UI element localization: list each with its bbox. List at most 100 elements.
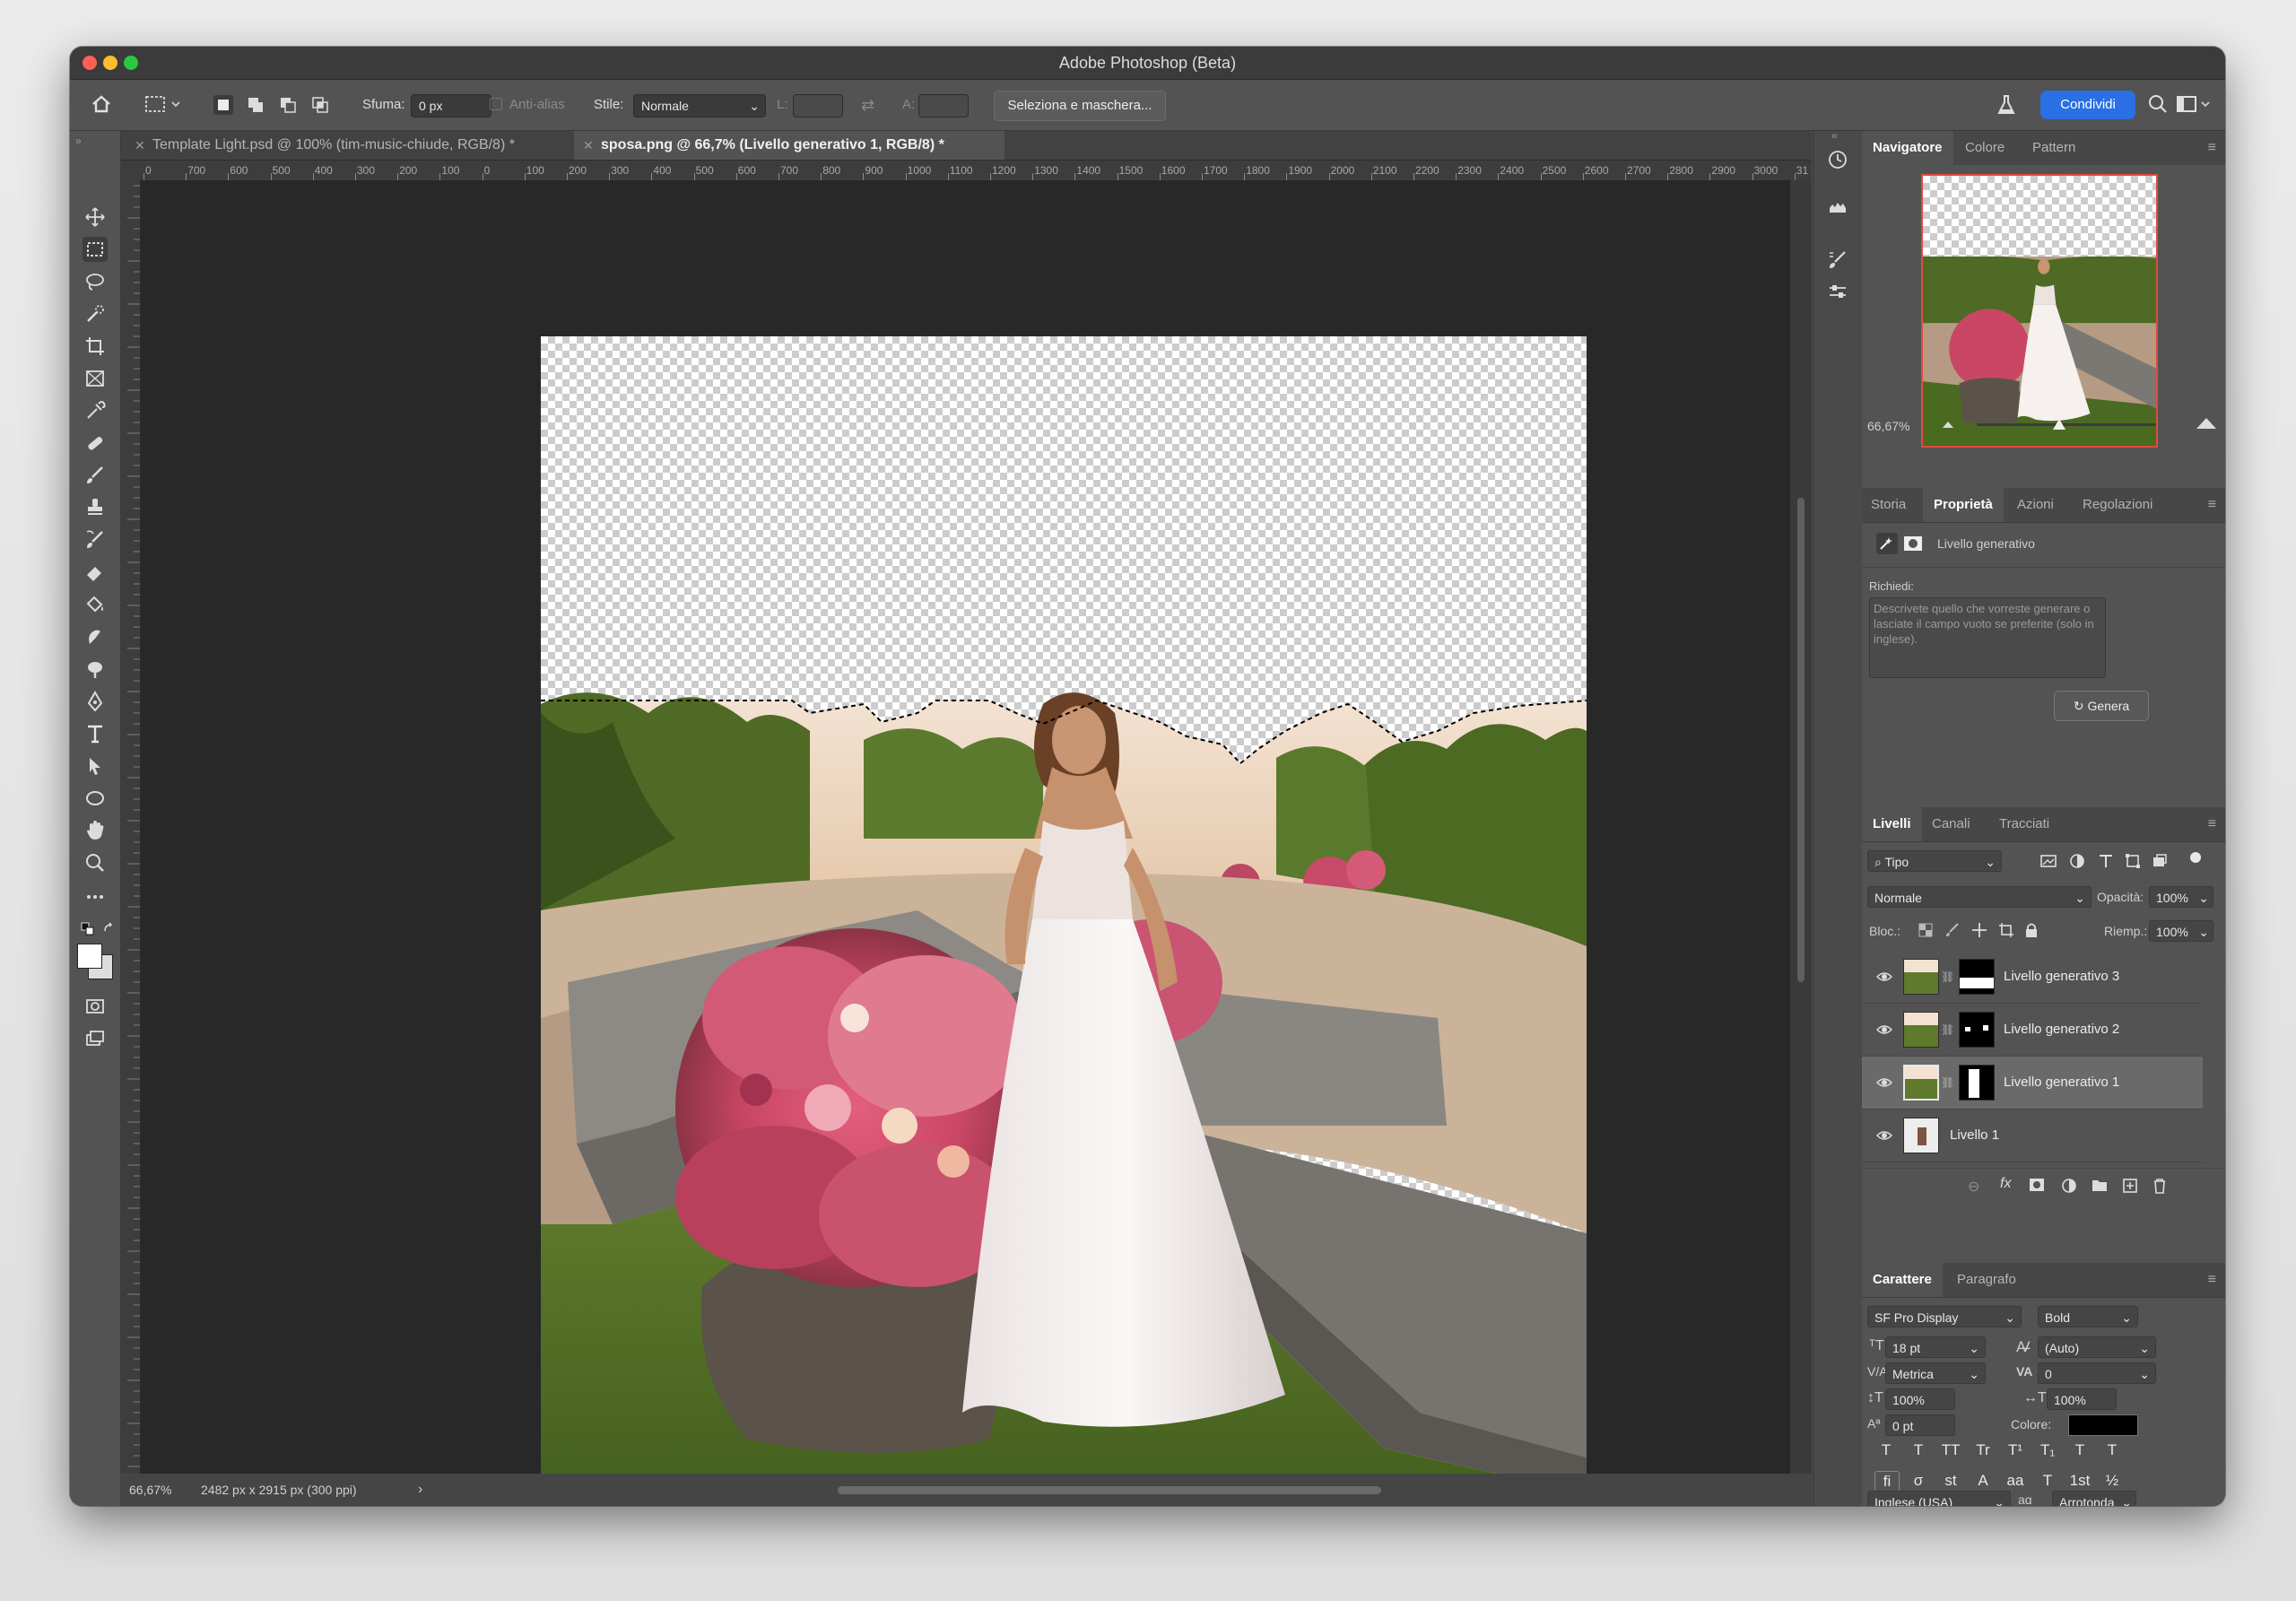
- antialias-method-select[interactable]: Arrotonda ⌄: [2052, 1491, 2136, 1506]
- tab-color[interactable]: Colore: [1965, 131, 2005, 165]
- horizontal-scroll-thumb[interactable]: [838, 1486, 1381, 1494]
- path-selection-icon[interactable]: [83, 753, 108, 779]
- home-icon[interactable]: [90, 92, 113, 117]
- layer-row[interactable]: ⛓ Livello generativo 2: [1862, 1004, 2203, 1057]
- feather-input[interactable]: 0 px: [411, 94, 491, 117]
- navigator-preview[interactable]: [1921, 174, 2158, 448]
- font-size-input[interactable]: 18 pt ⌄: [1885, 1336, 1986, 1358]
- type-style-button[interactable]: T: [2100, 1440, 2124, 1460]
- font-family-select[interactable]: SF Pro Display ⌄: [1867, 1306, 2022, 1327]
- visibility-eye-icon[interactable]: [1875, 1022, 1893, 1038]
- language-select[interactable]: Inglese (USA) ⌄: [1867, 1491, 2011, 1506]
- zoom-tool-icon[interactable]: [83, 850, 108, 875]
- navigator-zoom-slider[interactable]: [1977, 419, 2156, 430]
- layer-name[interactable]: Livello generativo 1: [2004, 1075, 2119, 1090]
- clone-stamp-icon[interactable]: [83, 495, 108, 520]
- layer-name[interactable]: Livello 1: [1950, 1127, 1999, 1143]
- mask-link-icon[interactable]: ⛓: [1941, 1023, 1954, 1036]
- marquee-preset-icon[interactable]: [144, 92, 183, 117]
- font-style-select[interactable]: Bold ⌄: [2038, 1306, 2138, 1327]
- vertical-scroll-thumb[interactable]: [1797, 498, 1805, 982]
- lock-position-icon[interactable]: [1971, 922, 1987, 943]
- filter-shape-icon[interactable]: [2124, 852, 2142, 874]
- brush-tool-icon[interactable]: [83, 463, 108, 488]
- close-tab-icon[interactable]: ✕: [583, 131, 594, 160]
- expand-toolbar-icon[interactable]: »: [75, 135, 82, 147]
- more-tools-icon[interactable]: [83, 884, 108, 909]
- tab-template-light[interactable]: ✕ Template Light.psd @ 100% (tim-music-c…: [126, 131, 592, 160]
- pen-tool-icon[interactable]: [83, 689, 108, 714]
- tab-history[interactable]: Storia: [1871, 488, 1906, 522]
- generate-button[interactable]: ↻ Genera: [2054, 691, 2149, 721]
- filter-pixel-icon[interactable]: [2039, 852, 2057, 874]
- navigator-slider-handle[interactable]: [2053, 419, 2066, 430]
- fill-input[interactable]: 100% ⌄: [2149, 920, 2213, 942]
- tab-channels[interactable]: Canali: [1932, 807, 1970, 841]
- visibility-eye-icon[interactable]: [1875, 969, 1893, 985]
- lock-artboard-icon[interactable]: [1998, 922, 2014, 943]
- intersect-selection-icon[interactable]: [310, 95, 330, 115]
- filter-adjustment-icon[interactable]: [2068, 852, 2086, 874]
- filter-smart-object-icon[interactable]: [2151, 852, 2169, 874]
- style-select[interactable]: Normale ⌄: [633, 94, 766, 117]
- quick-mask-icon[interactable]: [83, 994, 108, 1019]
- search-icon[interactable]: [2147, 93, 2169, 118]
- ellipse-tool-icon[interactable]: [83, 786, 108, 811]
- layer-row-selected[interactable]: ⛓ Livello generativo 1: [1862, 1057, 2203, 1109]
- layer-row[interactable]: Livello 1: [1862, 1109, 2203, 1162]
- lasso-tool-icon[interactable]: [83, 269, 108, 294]
- opacity-input[interactable]: 100% ⌄: [2149, 886, 2213, 908]
- eyedropper-icon[interactable]: [83, 398, 108, 423]
- panel-menu-icon[interactable]: ≡: [2208, 140, 2216, 156]
- opentype-feature-button[interactable]: σ: [1907, 1471, 1930, 1491]
- document-canvas[interactable]: [541, 336, 1587, 1506]
- filter-toggle-switch[interactable]: [2190, 852, 2201, 863]
- flask-icon[interactable]: [1996, 93, 2016, 118]
- screen-mode-icon[interactable]: [83, 1026, 108, 1051]
- zoom-out-mountain-icon[interactable]: [1941, 417, 1955, 436]
- tab-layers[interactable]: Livelli: [1862, 807, 1922, 841]
- width-input[interactable]: [793, 94, 843, 117]
- mask-link-icon[interactable]: ⛓: [1941, 970, 1954, 983]
- dodge-tool-icon[interactable]: [83, 657, 108, 682]
- vertical-scrollbar[interactable]: [1790, 180, 1812, 1474]
- baseline-shift-input[interactable]: 0 pt: [1885, 1414, 1955, 1436]
- add-mask-icon[interactable]: [2029, 1178, 2045, 1196]
- height-input[interactable]: [918, 94, 969, 117]
- swap-colors-icon[interactable]: [97, 917, 122, 942]
- navigator-zoom-value[interactable]: 66,67%: [1867, 419, 1909, 433]
- type-style-button[interactable]: T: [1874, 1440, 1898, 1460]
- add-to-selection-icon[interactable]: [246, 95, 265, 115]
- frame-tool-icon[interactable]: [83, 366, 108, 391]
- tab-navigator[interactable]: Navigatore: [1862, 131, 1953, 165]
- tab-paragraph[interactable]: Paragrafo: [1957, 1263, 2016, 1297]
- leading-input[interactable]: (Auto) ⌄: [2038, 1336, 2156, 1358]
- canvas-area[interactable]: [141, 180, 1790, 1506]
- vertical-scale-input[interactable]: 100%: [1885, 1388, 1955, 1410]
- tracking-input[interactable]: 0 ⌄: [2038, 1362, 2156, 1384]
- visibility-eye-icon[interactable]: [1875, 1075, 1893, 1091]
- opentype-feature-button[interactable]: ½: [2100, 1471, 2124, 1491]
- new-adjustment-icon[interactable]: [2061, 1178, 2077, 1198]
- horizontal-scale-input[interactable]: 100%: [2047, 1388, 2117, 1410]
- opentype-feature-button[interactable]: st: [1939, 1471, 1962, 1491]
- layer-mask-icon[interactable]: [1903, 535, 1923, 557]
- smudge-tool-icon[interactable]: [83, 624, 108, 649]
- filter-type-icon[interactable]: [2097, 852, 2115, 874]
- brush-settings-icon[interactable]: [1825, 248, 1850, 273]
- lock-transparent-icon[interactable]: [1918, 922, 1934, 943]
- tab-properties[interactable]: Proprietà: [1923, 488, 2004, 522]
- adjustments-sliders-icon[interactable]: [1825, 280, 1850, 305]
- new-layer-icon[interactable]: [2122, 1178, 2138, 1198]
- antialias-checkbox[interactable]: Anti-alias: [490, 92, 565, 117]
- history-brush-icon[interactable]: [83, 527, 108, 553]
- foreground-color-swatch[interactable]: [77, 944, 102, 969]
- visibility-eye-icon[interactable]: [1875, 1127, 1893, 1144]
- status-zoom[interactable]: 66,67%: [129, 1483, 171, 1497]
- panel-menu-icon[interactable]: ≡: [2208, 1272, 2216, 1288]
- blend-mode-select[interactable]: Normale ⌄: [1867, 886, 2092, 908]
- text-color-swatch[interactable]: [2068, 1414, 2138, 1436]
- select-and-mask-button[interactable]: Seleziona e maschera...: [994, 91, 1166, 121]
- type-style-button[interactable]: T: [2068, 1440, 2092, 1460]
- layer-name[interactable]: Livello generativo 3: [2004, 969, 2119, 984]
